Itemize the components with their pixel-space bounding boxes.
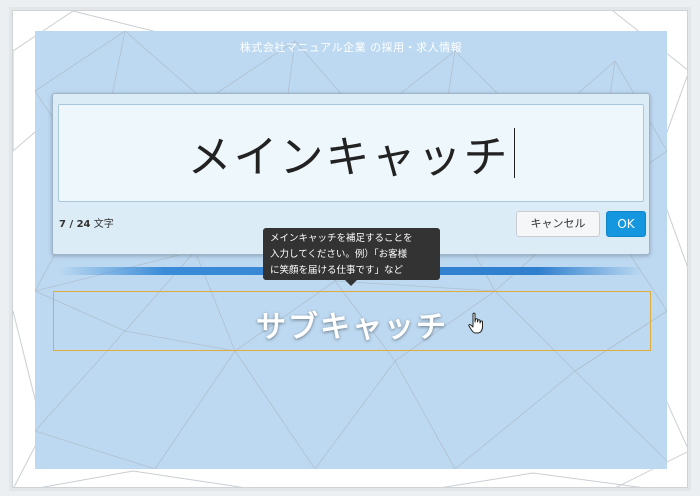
char-count-separator: / [65,219,77,230]
char-count-max: 24 [76,219,91,230]
tooltip-line-3: に笑顔を届ける仕事です」など [270,265,404,276]
tooltip-line-1: メインキャッチを補足することを [270,233,413,244]
text-caret [513,128,515,178]
sub-catch-box[interactable]: サブキャッチ [53,291,651,351]
hint-tooltip: メインキャッチを補足することを 入力してください。例）「お客様 に笑顔を届ける仕… [263,228,440,286]
char-count-unit: 文字 [93,219,114,230]
cancel-button[interactable]: キャンセル [516,211,600,237]
char-count-current: 7 [59,219,66,230]
hand-pointer-icon [468,312,483,334]
main-catch-input[interactable]: メインキャッチ [58,104,644,202]
tooltip-line-2: 入力してください。例）「お客様 [270,249,408,260]
char-counter: 7 / 24 文字 [59,215,114,230]
company-title: 株式会社マニュアル企業 の採用・求人情報 [239,41,463,54]
main-catch-text: メインキャッチ [187,132,510,183]
ok-button[interactable]: OK [606,211,646,237]
sub-catch-text: サブキャッチ [256,310,448,345]
